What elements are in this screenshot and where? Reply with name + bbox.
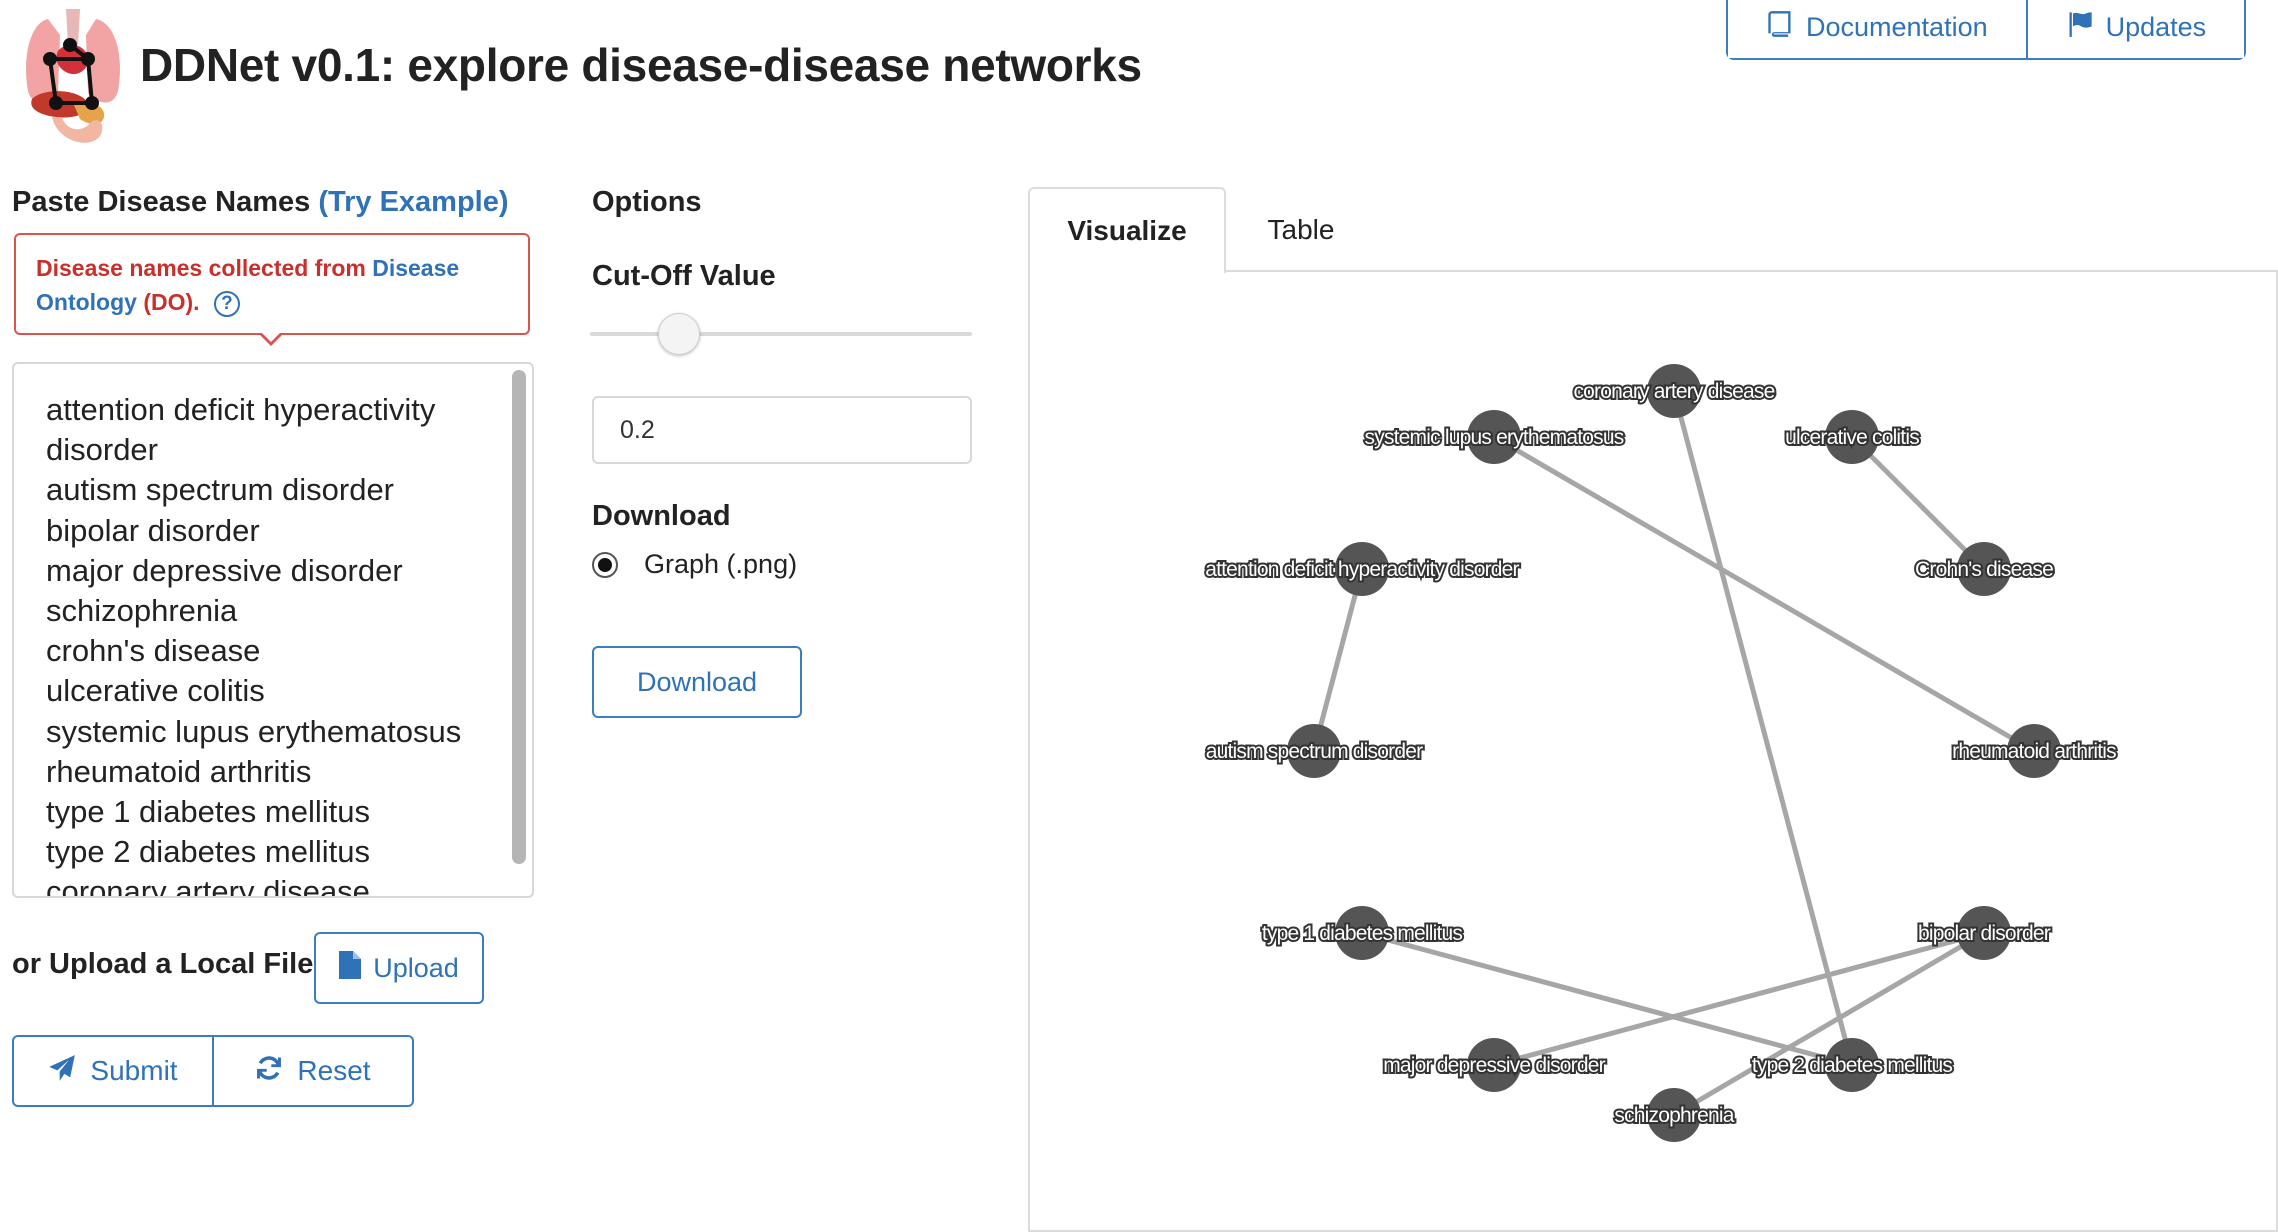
graph-node-label: ulcerative colitis (1785, 426, 1919, 449)
disease-ontology-callout: Disease names collected from Disease Ont… (14, 233, 530, 335)
try-example-link[interactable]: (Try Example) (318, 186, 508, 218)
graph-node-label: coronary artery disease (1573, 380, 1774, 403)
cutoff-value-input[interactable]: 0.2 (592, 396, 972, 464)
app-title: DDNet v0.1: explore disease-disease netw… (140, 39, 1142, 91)
file-icon (339, 950, 362, 986)
textarea-line: coronary artery disease (46, 874, 370, 898)
paste-label-text: Paste Disease Names (12, 186, 311, 218)
graph-node-label: major depressive disorder (1383, 1054, 1605, 1077)
disease-names-textarea[interactable]: attention deficit hyperactivity disorder a… (12, 362, 534, 898)
textarea-line: autism spectrum disorder (46, 472, 395, 508)
textarea-line: major depressive disorder (46, 552, 403, 588)
graph-node-label: systemic lupus erythematosus (1365, 426, 1624, 449)
graph-edge (1671, 390, 1855, 1066)
submit-label: Submit (90, 1055, 178, 1086)
graph-node-label: attention deficit hyperactivity disorder (1205, 558, 1519, 581)
refresh-icon (255, 1054, 283, 1089)
paper-plane-icon (48, 1054, 76, 1089)
upload-button[interactable]: Upload (314, 932, 484, 1004)
disease-network-graph[interactable]: coronary artery disease systemic lupus er… (1030, 272, 2276, 1228)
graph-node-label: type 1 diabetes mellitus (1262, 922, 1463, 945)
graph-edge (1361, 930, 1853, 1068)
book-icon (1766, 10, 1794, 45)
radio-selected-dot (598, 558, 612, 572)
textarea-line: disorder (46, 432, 158, 468)
textarea-line: attention deficit hyperactivity (46, 392, 436, 427)
graph-node-label: rheumatoid arthritis (1952, 740, 2116, 763)
graph-node-label: schizophrenia (1614, 1104, 1734, 1127)
graph-png-label: Graph (.png) (644, 549, 798, 579)
textarea-line: type 2 diabetes mellitus (46, 834, 370, 870)
callout-suffix: (DO). (143, 289, 200, 315)
graph-edge (1311, 568, 1365, 752)
textarea-line: ulcerative colitis (46, 673, 265, 709)
documentation-button[interactable]: Documentation (1728, 0, 2026, 58)
updates-button[interactable]: Updates (2025, 0, 2245, 58)
paste-disease-names-label: Paste Disease Names (Try Example) (12, 186, 509, 219)
submit-button[interactable]: Submit (14, 1037, 212, 1105)
download-heading: Download (592, 500, 731, 532)
cutoff-label: Cut-Off Value (592, 260, 776, 292)
graph-edge (1492, 434, 2036, 754)
graph-edge (1493, 930, 1985, 1068)
graph-node-label: bipolar disorder (1918, 922, 2051, 945)
submit-reset-group: Submit Reset (12, 1035, 414, 1107)
callout-pointer-fill (261, 332, 281, 342)
download-button[interactable]: Download (592, 646, 802, 718)
textarea-line: type 1 diabetes mellitus (46, 794, 370, 830)
help-icon[interactable]: ? (213, 290, 240, 317)
upload-label: or Upload a Local File: (12, 948, 323, 980)
textarea-scrollbar[interactable] (512, 370, 526, 864)
upload-button-label: Upload (373, 952, 459, 983)
tab-table[interactable]: Table (1226, 187, 1376, 273)
options-heading: Options (592, 186, 702, 218)
reset-button[interactable]: Reset (212, 1037, 412, 1105)
textarea-line: crohn's disease (46, 633, 261, 669)
documentation-label: Documentation (1806, 11, 1988, 42)
reset-label: Reset (297, 1055, 371, 1086)
textarea-content: attention deficit hyperactivity disorder a… (46, 390, 496, 898)
flag-icon (2066, 10, 2094, 45)
graph-node-label: autism spectrum disorder (1206, 740, 1423, 763)
graph-edge (1672, 930, 1986, 1118)
tab-visualize[interactable]: Visualize (1028, 187, 1226, 273)
graph-node-label: type 2 diabetes mellitus (1752, 1054, 1953, 1077)
graph-png-radio[interactable] (592, 552, 618, 578)
cutoff-slider-handle[interactable] (658, 313, 700, 355)
textarea-line: rheumatoid arthritis (46, 753, 312, 789)
textarea-line: systemic lupus erythematosus (46, 713, 462, 749)
textarea-line: bipolar disorder (46, 512, 260, 548)
download-button-label: Download (636, 666, 758, 697)
top-nav: Documentation Updates (1726, 0, 2247, 60)
graph-node-label: Crohn's disease (1915, 558, 2053, 581)
cutoff-slider-track[interactable] (590, 332, 972, 336)
textarea-line: schizophrenia (46, 593, 238, 629)
updates-label: Updates (2105, 11, 2207, 42)
graph-edge (1850, 435, 1986, 571)
callout-prefix: Disease names collected from (36, 255, 366, 281)
organs-logo (18, 5, 130, 155)
